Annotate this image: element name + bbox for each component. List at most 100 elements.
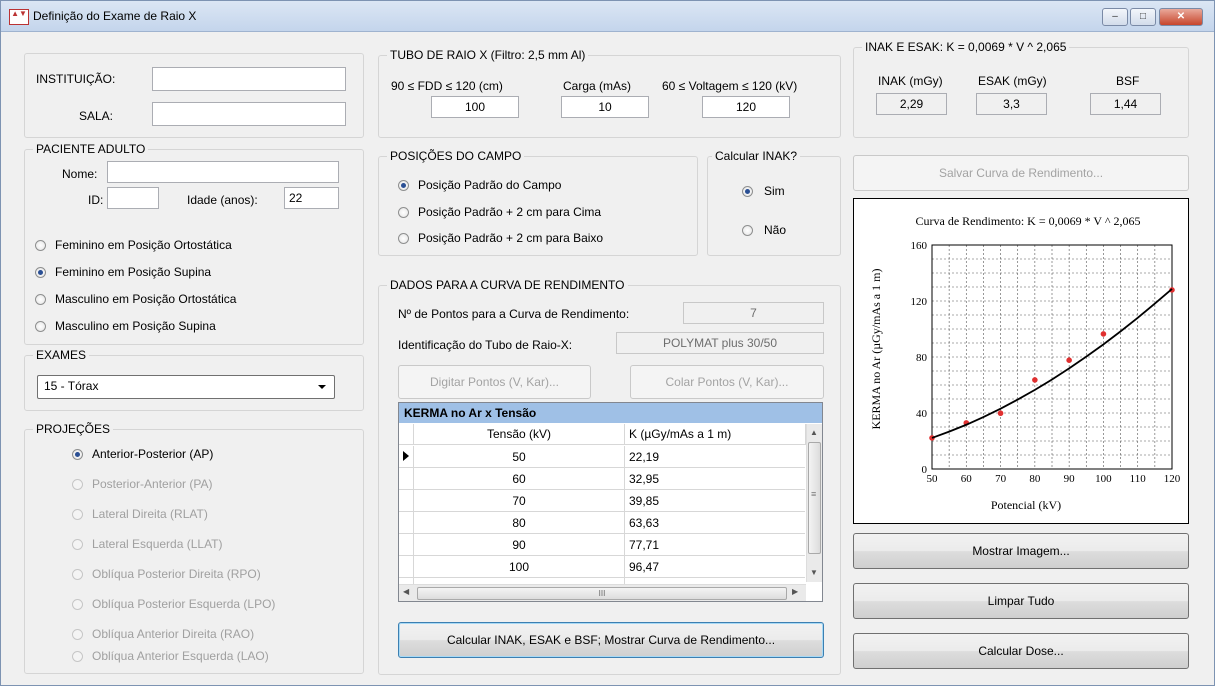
table-row[interactable]: 80 63,63 (399, 512, 805, 534)
paciente-group: PACIENTE ADULTO Nome: ID: Idade (anos): … (24, 142, 364, 345)
sexo-posicao-label[interactable]: Masculino em Posição Ortostática (55, 292, 236, 306)
posicao-campo-radio[interactable] (398, 233, 409, 244)
vertical-scroll-thumb[interactable]: ≡ (808, 442, 821, 554)
minimize-button[interactable]: – (1102, 8, 1128, 26)
exames-group-title: EXAMES (33, 348, 90, 362)
projecao-radio (72, 509, 83, 520)
chart-x-tick-label: 110 (1130, 473, 1147, 485)
chart-fit-line (931, 288, 1173, 439)
chevron-down-icon (318, 385, 326, 389)
current-row-icon (403, 451, 409, 461)
carga-label: Carga (mAs) (563, 79, 632, 93)
posicao-campo-radio[interactable] (398, 180, 409, 191)
chart-y-tick-label: 160 (911, 240, 928, 252)
cell-tensao[interactable]: 50 (414, 446, 625, 468)
esak-label: ESAK (mGy) (978, 74, 1047, 88)
curva-rendimento-chart: Curva de Rendimento: K = 0,0069 * V ^ 2,… (853, 198, 1189, 524)
sexo-posicao-radio[interactable] (35, 294, 46, 305)
calcular-inak-sim-label[interactable]: Sim (764, 184, 785, 198)
close-button[interactable]: ✕ (1159, 8, 1203, 26)
inak-group-title: INAK E ESAK: K = 0,0069 * V ^ 2,065 (862, 40, 1070, 54)
calcular-inak-nao-label[interactable]: Não (764, 223, 786, 237)
sala-input[interactable] (152, 102, 346, 126)
row-header-corner (399, 424, 414, 445)
projecao-radio[interactable] (72, 449, 83, 460)
calcular-inak-sim-radio[interactable] (742, 186, 753, 197)
posicao-campo-radio[interactable] (398, 207, 409, 218)
cell-tensao[interactable]: 100 (414, 556, 625, 578)
projecao-radio (72, 599, 83, 610)
projecao-radio (72, 629, 83, 640)
idade-input[interactable]: 22 (284, 187, 339, 209)
scroll-right-icon[interactable]: ▶ (792, 587, 798, 596)
projecao-label: Oblíqua Posterior Direita (RPO) (92, 567, 261, 581)
horizontal-scrollbar[interactable]: ◀ III ▶ (399, 584, 806, 601)
cell-k[interactable]: 32,95 (625, 468, 805, 490)
sexo-posicao-radio[interactable] (35, 240, 46, 251)
instituicao-input[interactable] (152, 67, 346, 91)
curva-group-title: DADOS PARA A CURVA DE RENDIMENTO (387, 278, 628, 292)
sexo-posicao-radio[interactable] (35, 267, 46, 278)
cell-tensao[interactable]: 70 (414, 490, 625, 512)
cell-tensao[interactable]: 60 (414, 468, 625, 490)
projecao-label: Oblíqua Posterior Esquerda (LPO) (92, 597, 276, 611)
calcular-inak-group: Calcular INAK? Sim Não (707, 149, 841, 256)
window-title: Definição do Exame de Raio X (33, 9, 197, 23)
table-row[interactable]: 50 22,19 (399, 446, 805, 468)
column-header-k[interactable]: K (µGy/mAs a 1 m) (625, 424, 806, 445)
posicao-campo-label[interactable]: Posição Padrão + 2 cm para Baixo (418, 231, 603, 245)
cell-k[interactable]: 96,47 (625, 556, 805, 578)
cell-k[interactable]: 63,63 (625, 512, 805, 534)
tubo-id-label: Identificação do Tubo de Raio-X: (398, 338, 573, 352)
cell-k[interactable]: 22,19 (625, 446, 805, 468)
scroll-up-icon[interactable]: ▲ (810, 428, 818, 437)
calcular-curva-button[interactable]: Calcular INAK, ESAK e BSF; Mostrar Curva… (398, 622, 824, 658)
fdd-input[interactable]: 100 (431, 96, 519, 118)
colar-pontos-button: Colar Pontos (V, Kar)... (630, 365, 824, 399)
projecao-radio (72, 539, 83, 550)
cell-tensao[interactable]: 80 (414, 512, 625, 534)
sexo-posicao-label[interactable]: Feminino em Posição Ortostática (55, 238, 232, 252)
nome-input[interactable] (107, 161, 339, 183)
scroll-grip-icon: ≡ (811, 489, 817, 499)
table-row[interactable]: 70 39,85 (399, 490, 805, 512)
column-header-tensao[interactable]: Tensão (kV) (414, 424, 625, 445)
limpar-tudo-button[interactable]: Limpar Tudo (853, 583, 1189, 619)
table-caption: KERMA no Ar x Tensão (399, 403, 822, 423)
sexo-posicao-radio[interactable] (35, 321, 46, 332)
calcular-inak-nao-radio[interactable] (742, 225, 753, 236)
scroll-left-icon[interactable]: ◀ (403, 587, 409, 596)
horizontal-scroll-thumb[interactable]: III (417, 587, 787, 600)
projecao-label[interactable]: Anterior-Posterior (AP) (92, 447, 213, 461)
row-header (399, 534, 414, 556)
sexo-posicao-label[interactable]: Masculino em Posição Supina (55, 319, 216, 333)
projecao-radio (72, 651, 83, 662)
posicao-campo-label[interactable]: Posição Padrão + 2 cm para Cima (418, 205, 601, 219)
pontos-label: Nº de Pontos para a Curva de Rendimento: (398, 307, 630, 321)
table-row[interactable]: 100 96,47 (399, 556, 805, 578)
id-input[interactable] (107, 187, 159, 209)
cell-k[interactable]: 39,85 (625, 490, 805, 512)
kerma-table[interactable]: KERMA no Ar x Tensão Tensão (kV) K (µGy/… (398, 402, 823, 602)
table-row[interactable]: 90 77,71 (399, 534, 805, 556)
main-window: ▲ ▼ Definição do Exame de Raio X – □ ✕ IN… (0, 0, 1215, 686)
vertical-scrollbar[interactable]: ▲ ≡ ▼ (806, 424, 822, 582)
chart-data-point (1032, 377, 1038, 383)
maximize-button[interactable]: □ (1130, 8, 1156, 26)
exame-select-value: 15 - Tórax (44, 379, 99, 393)
posicao-campo-label[interactable]: Posição Padrão do Campo (418, 178, 561, 192)
chart-x-tick-label: 60 (961, 473, 973, 485)
cell-tensao[interactable]: 90 (414, 534, 625, 556)
chart-x-tick-label: 100 (1095, 473, 1112, 485)
scroll-down-icon[interactable]: ▼ (810, 568, 818, 577)
sexo-posicao-label[interactable]: Feminino em Posição Supina (55, 265, 211, 279)
table-row[interactable]: 60 32,95 (399, 468, 805, 490)
carga-input[interactable]: 10 (561, 96, 649, 118)
cell-k[interactable]: 77,71 (625, 534, 805, 556)
chart-x-tick-label: 90 (1064, 473, 1076, 485)
exame-select[interactable]: 15 - Tórax (37, 375, 335, 399)
calcular-dose-button[interactable]: Calcular Dose... (853, 633, 1189, 669)
fdd-label: 90 ≤ FDD ≤ 120 (cm) (391, 79, 503, 93)
voltagem-input[interactable]: 120 (702, 96, 790, 118)
mostrar-imagem-button[interactable]: Mostrar Imagem... (853, 533, 1189, 569)
